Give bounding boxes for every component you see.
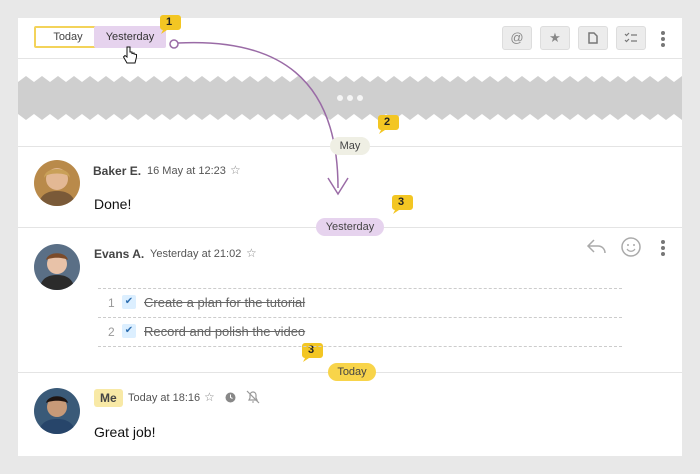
avatar[interactable] bbox=[34, 388, 80, 434]
checkbox-checked-icon[interactable]: ✔ bbox=[122, 324, 136, 338]
reply-icon[interactable] bbox=[586, 238, 608, 256]
author-name[interactable]: Evans A. bbox=[94, 247, 144, 261]
avatar[interactable] bbox=[34, 160, 80, 206]
star-icon[interactable]: ☆ bbox=[204, 390, 215, 404]
avatar[interactable] bbox=[34, 244, 80, 290]
message-timestamp: Yesterday at 21:02 bbox=[150, 248, 242, 260]
message-timestamp: 16 May at 12:23 bbox=[147, 165, 226, 177]
step-badge-3-yesterday: 3 bbox=[390, 194, 413, 214]
hand-cursor-icon bbox=[122, 46, 137, 64]
step-badge-1: 1 bbox=[158, 14, 181, 34]
message-more-icon[interactable] bbox=[661, 240, 665, 258]
message-text: Great job! bbox=[94, 424, 156, 440]
chat-panel: Today Yesterday @ ★ 1 2 3 3 May Baker E.… bbox=[18, 15, 682, 456]
emoji-icon[interactable] bbox=[620, 236, 642, 258]
star-icon[interactable]: ☆ bbox=[230, 163, 241, 177]
task-item[interactable]: 1 ✔ Create a plan for the tutorial bbox=[98, 289, 622, 318]
checkbox-checked-icon[interactable]: ✔ bbox=[122, 295, 136, 309]
step-badge-2: 2 bbox=[376, 114, 399, 134]
author-name[interactable]: Baker E. bbox=[93, 164, 141, 178]
author-name[interactable]: Me bbox=[94, 389, 123, 407]
clock-icon[interactable] bbox=[225, 392, 236, 403]
date-pill-today[interactable]: Today bbox=[328, 363, 376, 381]
task-item[interactable]: 2 ✔ Record and polish the video bbox=[98, 318, 622, 347]
message-timestamp: Today at 18:16 bbox=[128, 392, 201, 404]
date-pill-may[interactable]: May bbox=[330, 137, 370, 155]
date-pill-yesterday[interactable]: Yesterday bbox=[316, 218, 384, 236]
message-text: Done! bbox=[94, 196, 132, 212]
star-icon[interactable]: ☆ bbox=[246, 246, 257, 260]
mute-bell-icon[interactable] bbox=[246, 390, 260, 404]
